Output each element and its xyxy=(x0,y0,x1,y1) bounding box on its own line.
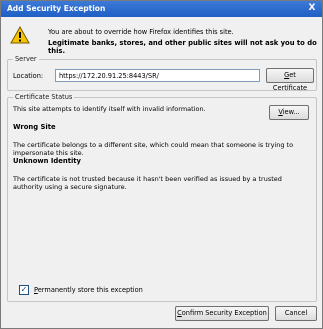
view-label: iew... xyxy=(282,108,300,116)
server-group: Server Location: Get Certificate xyxy=(7,55,317,92)
close-icon[interactable]: X xyxy=(306,2,318,15)
wrong-site-text: The certificate belongs to a different s… xyxy=(13,141,294,157)
cancel-button[interactable]: Cancel xyxy=(275,306,317,321)
add-security-exception-dialog: Add Security Exception X You are about t… xyxy=(0,0,323,329)
location-label: Location: xyxy=(13,72,44,80)
warning-message: You are about to override how Firefox id… xyxy=(48,28,234,36)
warning-emphasis: Legitimate banks, stores, and other publ… xyxy=(48,39,317,55)
server-legend: Server xyxy=(13,55,39,63)
unknown-identity-title: Unknown Identity xyxy=(13,157,81,165)
title-bar[interactable]: Add Security Exception X xyxy=(1,1,322,17)
dialog-title: Add Security Exception xyxy=(7,4,106,13)
permanent-store-checkbox[interactable]: ✓ xyxy=(19,285,29,295)
status-intro: This site attempts to identify itself wi… xyxy=(13,105,206,113)
wrong-site-title: Wrong Site xyxy=(13,123,56,131)
get-certificate-label: et Certificate xyxy=(272,71,308,92)
certificate-status-group: Certificate Status This site attempts to… xyxy=(7,93,317,302)
certificate-status-legend: Certificate Status xyxy=(13,93,75,101)
location-input[interactable] xyxy=(55,69,260,82)
confirm-label: onfirm Security Exception xyxy=(181,309,267,317)
permanent-store-option[interactable]: ✓ Permanently store this exception xyxy=(19,285,143,295)
unknown-identity-text: The certificate is not trusted because i… xyxy=(13,175,282,191)
get-certificate-button[interactable]: Get Certificate xyxy=(266,68,314,92)
view-button[interactable]: View... xyxy=(269,105,309,120)
confirm-security-exception-button[interactable]: Confirm Security Exception xyxy=(175,306,269,321)
warning-icon xyxy=(10,26,30,44)
permanent-store-label: ermanently store this exception xyxy=(37,286,143,294)
